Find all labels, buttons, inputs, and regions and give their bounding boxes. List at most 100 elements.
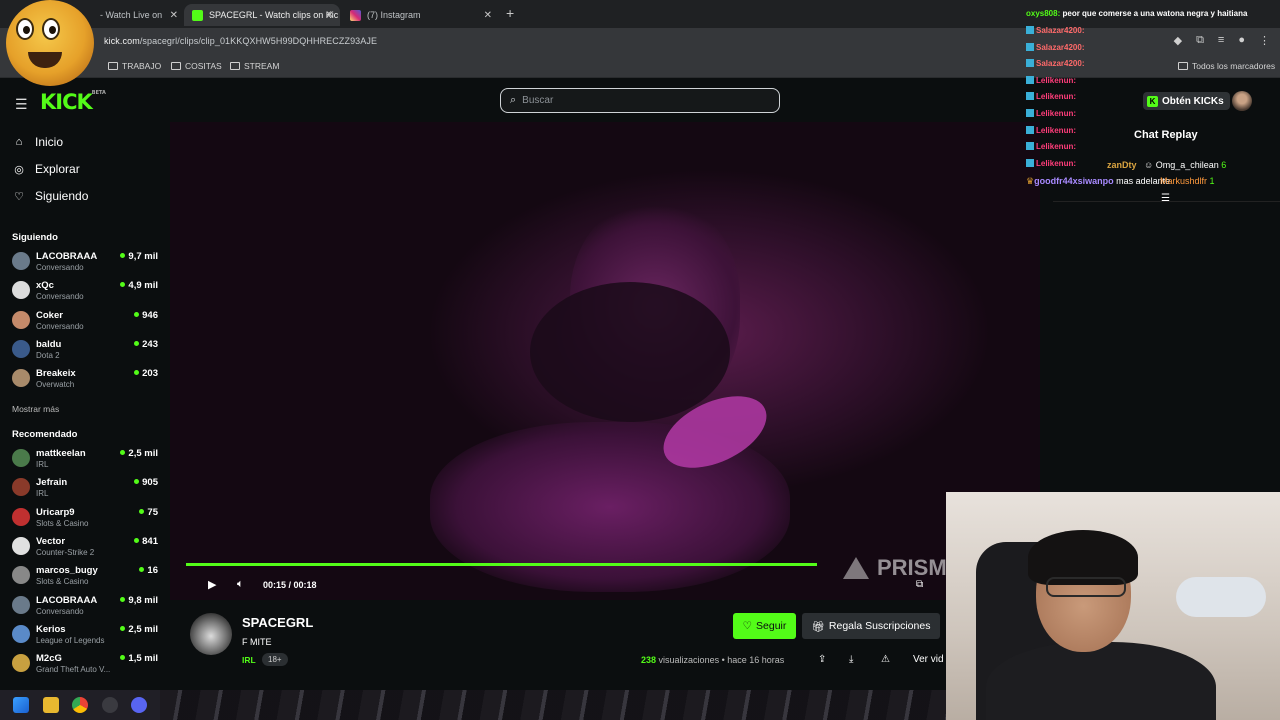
tab-2-title: SPACEGRL - Watch clips on Kic [209,10,339,20]
sidebar-channel[interactable]: M2cG Grand Theft Auto V... 1,5 mil [12,653,160,680]
badge-icon [1026,59,1034,68]
video-time: 00:15 / 00:18 [263,580,317,590]
views-count: 238 [641,655,657,665]
sidebar-channel[interactable]: xQc Conversando 4,9 mil [12,280,160,307]
kick-favicon-icon [192,9,203,21]
channel-category: Dota 2 [36,350,60,360]
gift-subs-button[interactable]: 🎁︎ Regala Suscripciones [802,613,940,639]
get-kicks-button[interactable]: K Obtén KICKs [1143,92,1230,110]
recommended-section-title: Recomendado [12,429,78,440]
sidebar-channel[interactable]: baldu Dota 2 243 [12,339,160,366]
download-icon[interactable]: ⤓ [849,654,853,665]
sidebar: ⌂ Inicio ◎ Explorar ♡ Siguiendo Siguiendo L… [0,126,170,690]
filter-icon[interactable]: ☰ [1161,193,1170,204]
url-field[interactable]: kick.com/spacegrl/clips/clip_01KKQXHW5H9… [104,36,377,46]
badge-icon [1026,92,1034,101]
heart-icon: ♡ [742,620,753,632]
search-icon: ⌕ [510,94,517,106]
overlay-chat-user: Lelikenun: [1036,92,1077,102]
chat-username[interactable]: Markushdlfr [1160,176,1207,186]
close-icon[interactable]: ✕ [326,10,334,21]
viewer-count-value: 16 [147,565,158,577]
chat-username[interactable]: zanDty [1107,160,1137,170]
sidebar-channel[interactable]: Uricarp9 Slots & Casino 75 [12,507,160,534]
chat-username[interactable]: goodfr44xsiwanpo [1034,176,1114,186]
url-path: /spacegrl/clips/clip_01KKQXHW5H99DQHHREC… [139,36,378,46]
channel-avatar [12,369,30,388]
sidebar-channel[interactable]: Jefrain IRL 905 [12,477,160,504]
channel-avatar [12,595,30,614]
windows-start-icon[interactable] [13,697,29,713]
all-bookmarks[interactable]: Todos los marcadores [1178,61,1275,71]
channel-avatar[interactable] [190,613,232,655]
chrome-icon[interactable] [72,697,88,713]
emoji-pupil-shape [49,26,56,34]
channel-name: Kerios [36,623,66,635]
gift-icon: 🎁︎ [811,620,825,633]
play-icon[interactable]: ▶ [208,578,216,591]
channel-name: M2cG [36,653,62,665]
extensions-puzzle-icon[interactable]: ⧉ [1196,34,1204,47]
sidebar-channel[interactable]: mattkeelan IRL 2,5 mil [12,448,160,475]
category-tag[interactable]: IRL [242,655,256,665]
channel-name: Uricarp9 [36,506,75,518]
show-more-link[interactable]: Mostrar más [12,404,59,414]
follow-button[interactable]: ♡ Seguir [733,613,796,639]
media-icon[interactable]: ≡ [1218,34,1224,47]
search-input[interactable]: ⌕ Buscar [500,88,780,113]
share-icon[interactable]: ⇪ [818,654,826,665]
channel-avatar [12,478,30,497]
sidebar-channel[interactable]: marcos_bugy Slots & Casino 16 [12,565,160,592]
nav-siguiendo[interactable]: ♡ Siguiendo [12,189,88,203]
live-dot-icon [120,253,126,258]
browser-tab-2[interactable]: SPACEGRL - Watch clips on Kic ✕ [184,4,340,26]
extension-icon[interactable]: ◆ [1174,34,1182,47]
sidebar-channel[interactable]: Breakeix Overwatch 203 [12,368,160,395]
report-icon[interactable]: ⚠ [881,654,890,665]
close-icon[interactable]: ✕ [484,10,492,21]
sidebar-channel[interactable]: Kerios League of Legends 2,5 mil [12,624,160,651]
channel-name: marcos_bugy [36,565,98,577]
app-icon[interactable] [102,697,118,713]
browser-tab-1[interactable]: - Watch Live on ✕ [92,4,184,26]
nav-inicio[interactable]: ⌂ Inicio [12,135,63,149]
bookmark-cositas[interactable]: COSITAS [171,61,222,71]
nav-explorar[interactable]: ◎ Explorar [12,162,80,176]
views-label: visualizaciones [658,655,720,665]
new-tab-button[interactable]: + [506,5,514,21]
channel-name: xQc [36,280,54,292]
sidebar-channel[interactable]: Coker Conversando 946 [12,310,160,337]
channel-name: Breakeix [36,368,76,380]
hamburger-menu-icon[interactable]: ☰ [15,96,28,113]
compass-icon: ◎ [14,163,24,176]
channel-category: Conversando [36,292,84,302]
kick-logo[interactable]: KICKBETA [40,90,106,114]
close-icon[interactable]: ✕ [170,10,178,21]
browser-tab-3[interactable]: (7) Instagram ✕ [342,4,498,26]
sidebar-channel[interactable]: Vector Counter-Strike 2 841 [12,536,160,563]
chat-username[interactable]: Omg_a_chilean [1156,160,1219,170]
video-progress-bar[interactable] [186,563,817,566]
live-dot-icon [134,370,140,376]
sidebar-channel[interactable]: LACOBRAAA Conversando 9,7 mil [12,251,160,278]
volume-icon[interactable]: 🔈︎ [237,578,244,591]
fullscreen-icon[interactable]: ⧉ [916,579,923,590]
profile-icon[interactable]: ● [1238,34,1245,47]
user-avatar[interactable] [1232,91,1252,111]
overlay-chat-line: Lelikenun: [1026,142,1076,151]
video-player[interactable] [170,122,1040,600]
chat-text: 6 [1221,160,1227,170]
bookmark-trabajo[interactable]: TRABAJO [108,61,161,71]
sidebar-channel[interactable]: LACOBRAAA Conversando 9,8 mil [12,595,160,622]
file-explorer-icon[interactable] [43,697,59,713]
channel-name[interactable]: SPACEGRL [242,615,313,630]
channel-category: Conversando [36,321,84,331]
view-full-video-button[interactable]: Ver vid [913,654,944,665]
overlay-chat-user: Lelikenun: [1036,75,1077,85]
bookmark-stream[interactable]: STREAM [230,61,279,71]
tab-1-title: - Watch Live on [100,10,163,20]
viewer-count: 946 [134,310,158,321]
discord-icon[interactable] [131,697,147,713]
menu-icon[interactable]: ⋮ [1259,34,1270,47]
windows-taskbar [0,690,946,720]
